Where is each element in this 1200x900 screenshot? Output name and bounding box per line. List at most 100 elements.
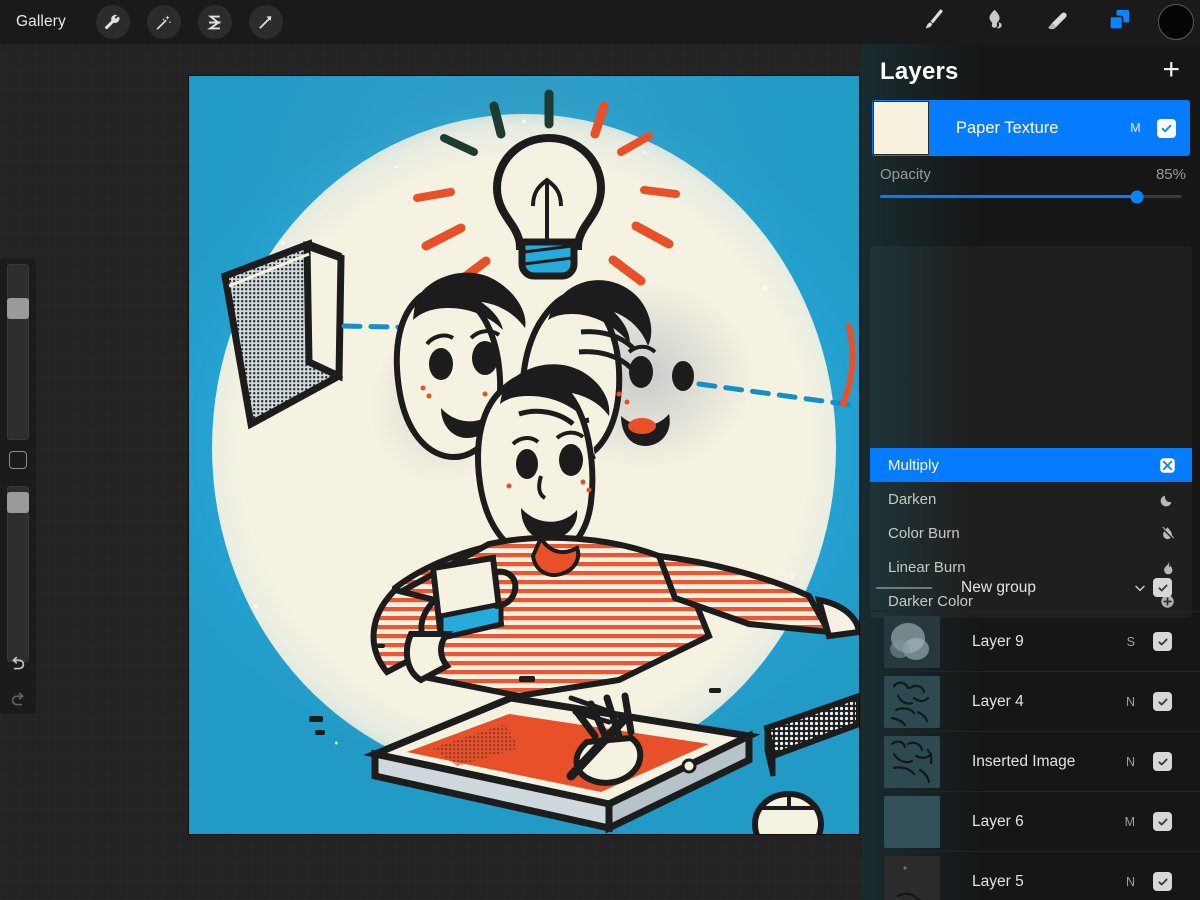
blend-mode-label: Color Burn — [888, 525, 1156, 542]
layer-visibility-checkbox[interactable] — [1153, 692, 1172, 711]
illustration-vector — [189, 76, 859, 834]
layer-name: Layer 5 — [940, 873, 1126, 891]
layers-button[interactable] — [1096, 0, 1142, 44]
layer-blend-badge[interactable]: N — [1126, 875, 1153, 889]
redo-button[interactable] — [8, 690, 28, 710]
layer-row[interactable]: Layer 9S — [862, 612, 1200, 672]
chevron-down-icon[interactable] — [1127, 580, 1153, 596]
opacity-slider-fill — [880, 195, 1137, 198]
color-swatch-button[interactable] — [1158, 4, 1194, 40]
layer-visibility-checkbox[interactable] — [1153, 872, 1172, 891]
gallery-button[interactable]: Gallery — [14, 9, 78, 35]
checkmark-icon — [1157, 756, 1169, 768]
multiply-icon — [1156, 457, 1178, 474]
layer-blend-badge[interactable]: M — [1130, 121, 1157, 135]
layer-row-selected[interactable]: Paper Texture M — [872, 100, 1190, 156]
redo-icon — [8, 690, 28, 710]
page-title: Layers — [880, 58, 1158, 86]
wrench-icon — [103, 13, 122, 32]
undo-button[interactable] — [8, 654, 28, 674]
group-indent-line — [876, 587, 932, 589]
layer-row[interactable]: Layer 5N — [862, 852, 1200, 900]
brush-size-slider[interactable] — [7, 264, 29, 440]
checkmark-icon — [1160, 122, 1173, 135]
adjustments-button[interactable] — [147, 5, 181, 39]
opacity-value: 85% — [1156, 166, 1186, 183]
eraser-button[interactable] — [1034, 0, 1080, 44]
opacity-slider[interactable] — [880, 195, 1182, 198]
canvas[interactable] — [189, 76, 859, 834]
moon-icon — [1156, 491, 1178, 508]
blend-mode-item-color-burn[interactable]: Color Burn — [870, 516, 1192, 550]
layer-blend-badge[interactable]: S — [1127, 635, 1153, 649]
artwork — [189, 76, 859, 834]
top-toolbar-right-group — [910, 0, 1200, 44]
layer-visibility-checkbox[interactable] — [1153, 812, 1172, 831]
checkmark-icon — [1157, 636, 1169, 648]
paintbrush-icon — [920, 7, 946, 38]
layer-row[interactable]: Layer 6M — [862, 792, 1200, 852]
layer-group-row[interactable]: New group — [862, 564, 1200, 612]
layer-row[interactable]: Layer 4N — [862, 672, 1200, 732]
smudge-button[interactable] — [972, 0, 1018, 44]
layers-icon — [1106, 6, 1133, 38]
layer-visibility-checkbox[interactable] — [1153, 752, 1172, 771]
magic-wand-icon — [154, 13, 173, 32]
modify-button[interactable] — [9, 451, 27, 469]
blend-mode-dropdown: MultiplyDarkenColor BurnLinear BurnDarke… — [870, 246, 1192, 618]
group-name: New group — [932, 579, 1127, 597]
brush-size-slider-handle[interactable] — [7, 298, 29, 319]
layers-panel-content: Layers + Paper Texture M Opacity 85% — [862, 44, 1200, 900]
layer-row[interactable]: Inserted ImageN — [862, 732, 1200, 792]
arrow-icon — [256, 13, 275, 32]
checkmark-icon — [1157, 696, 1169, 708]
procreate-app: Gallery — [0, 0, 1200, 900]
brush-opacity-slider-handle[interactable] — [7, 492, 29, 513]
paint-brush-button[interactable] — [910, 0, 956, 44]
layer-thumbnail[interactable] — [884, 856, 940, 900]
layer-thumbnail[interactable] — [884, 616, 940, 668]
group-visibility-checkbox[interactable] — [1153, 578, 1172, 597]
left-sidebar — [0, 258, 36, 714]
layer-thumbnail[interactable] — [884, 736, 940, 788]
layer-thumbnail[interactable] — [884, 796, 940, 848]
layer-name: Inserted Image — [940, 753, 1126, 771]
eraser-icon — [1044, 7, 1070, 38]
layer-name: Layer 9 — [940, 633, 1127, 651]
undo-icon — [8, 654, 28, 674]
add-layer-button[interactable]: + — [1158, 55, 1184, 89]
checkmark-icon — [1157, 816, 1169, 828]
blend-mode-label: Darken — [888, 491, 1156, 508]
layer-blend-badge[interactable]: M — [1125, 815, 1153, 829]
layer-thumbnail[interactable] — [873, 101, 929, 155]
opacity-slider-knob[interactable] — [1130, 190, 1143, 203]
burn-drop-icon — [1156, 525, 1178, 542]
brush-opacity-slider[interactable] — [7, 486, 29, 662]
layers-panel: Layers + Paper Texture M Opacity 85% — [862, 44, 1200, 900]
layer-name: Layer 6 — [940, 813, 1125, 831]
actions-wrench-button[interactable] — [96, 5, 130, 39]
s-curve-icon — [205, 13, 224, 32]
checkmark-icon — [1157, 582, 1169, 594]
opacity-row: Opacity 85% — [880, 166, 1186, 183]
blend-mode-item-darken[interactable]: Darken — [870, 482, 1192, 516]
layer-visibility-checkbox[interactable] — [1157, 119, 1176, 138]
smudge-icon — [982, 7, 1008, 38]
layers-panel-header: Layers + — [862, 44, 1200, 100]
layer-blend-badge[interactable]: N — [1126, 755, 1153, 769]
checkmark-icon — [1157, 876, 1169, 888]
layer-name: Paper Texture — [929, 119, 1130, 138]
top-toolbar: Gallery — [0, 0, 1200, 44]
layer-blend-badge[interactable]: N — [1126, 695, 1153, 709]
layer-list: New group Layer 9SLayer 4NInserted Image… — [862, 564, 1200, 900]
transform-button[interactable] — [249, 5, 283, 39]
layer-visibility-checkbox[interactable] — [1153, 632, 1172, 651]
top-toolbar-left-group: Gallery — [0, 5, 300, 39]
selection-button[interactable] — [198, 5, 232, 39]
blend-mode-item-multiply[interactable]: Multiply — [870, 448, 1192, 482]
blend-mode-label: Multiply — [888, 457, 1156, 474]
layer-rows-container: Layer 9SLayer 4NInserted ImageNLayer 6ML… — [862, 612, 1200, 900]
layer-thumbnail[interactable] — [884, 676, 940, 728]
layer-name: Layer 4 — [940, 693, 1126, 711]
opacity-label: Opacity — [880, 166, 1156, 183]
